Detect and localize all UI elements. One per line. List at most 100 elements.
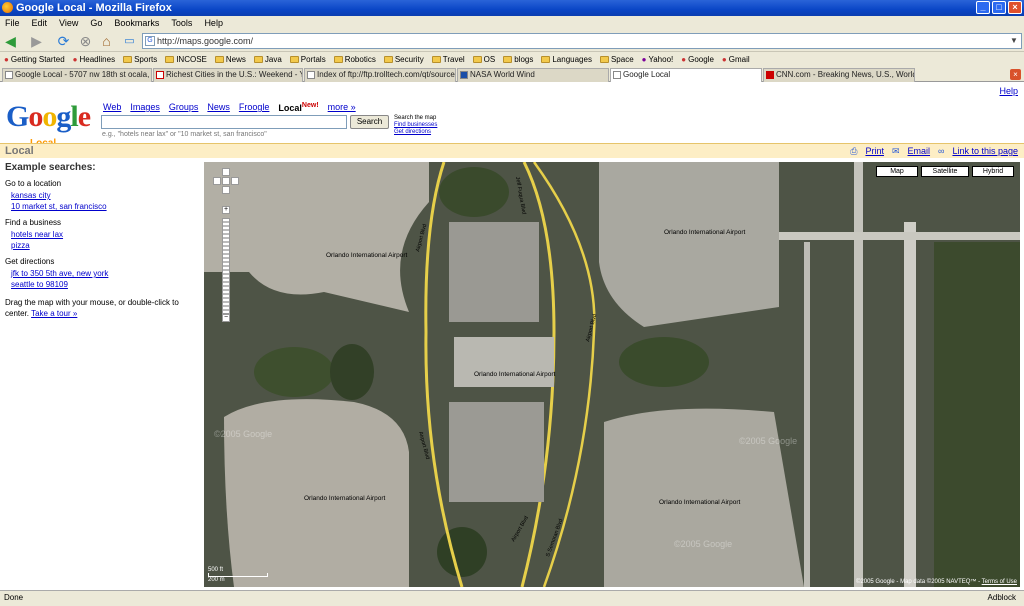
bookmark-item[interactable]: Java	[253, 52, 282, 67]
tab-strip: Google Local - 5707 nw 18th st ocala, fl…	[0, 67, 1024, 83]
gnav-news[interactable]: News	[207, 102, 230, 113]
zoom-in-icon[interactable]: +	[222, 206, 230, 214]
tab-ftp-index[interactable]: Index of ftp://ftp.trolltech.com/qt/sour…	[304, 68, 456, 82]
tab-google-local-ocala[interactable]: Google Local - 5707 nw 18th st ocala, fl…	[2, 68, 152, 82]
example-link[interactable]: hotels near lax	[5, 229, 200, 240]
watermark: ©2005 Google	[674, 539, 732, 549]
bookmark-item[interactable]: Sports	[123, 52, 157, 67]
bookmark-item[interactable]: Travel	[431, 52, 465, 67]
terms-of-use-link[interactable]: Terms of Use	[982, 579, 1017, 585]
tab-yahoo-richest-cities[interactable]: Richest Cities in the U.S.: Weekend - Ya…	[153, 68, 303, 82]
green-area	[254, 347, 334, 397]
email-link[interactable]: Email	[908, 146, 931, 157]
go-icon[interactable]: ▭	[121, 33, 138, 50]
bookmark-item[interactable]: ● Getting Started	[4, 52, 65, 67]
bookmark-label: Travel	[442, 55, 465, 64]
gnav-froogle[interactable]: Froogle	[239, 102, 270, 113]
pan-up-icon[interactable]	[222, 168, 230, 176]
menu-go[interactable]: Go	[90, 16, 102, 30]
tab-label: Richest Cities in the U.S.: Weekend - Ya…	[166, 70, 302, 79]
gnav-images[interactable]: Images	[130, 102, 160, 113]
gnav-more[interactable]: more »	[328, 102, 356, 113]
back-arrow-icon[interactable]: ◀	[2, 33, 19, 50]
window-title: Google Local - Mozilla Firefox	[16, 2, 172, 14]
pan-center-icon[interactable]	[222, 177, 230, 185]
menu-edit[interactable]: Edit	[32, 16, 48, 30]
folder-icon	[503, 56, 513, 63]
dropdown-arrow-icon[interactable]: ▼	[1008, 35, 1020, 47]
home-icon[interactable]: ⌂	[98, 33, 115, 50]
map-label-airport: Orlando International Airport	[659, 499, 740, 506]
gnav-web[interactable]: Web	[103, 102, 121, 113]
status-text: Done	[4, 593, 24, 602]
pan-down-icon[interactable]	[222, 186, 230, 194]
bookmark-item[interactable]: blogs	[503, 52, 533, 67]
gnav-label: more »	[327, 102, 356, 112]
bookmark-item[interactable]: Space	[599, 52, 634, 67]
gnav-label: Images	[130, 102, 160, 112]
adblock-label[interactable]: Adblock	[988, 591, 1016, 605]
map-type-map-button[interactable]: Map	[876, 166, 918, 177]
search-button[interactable]: Search	[350, 115, 389, 129]
close-icon[interactable]: ×	[1008, 1, 1022, 14]
google-icon: ●	[681, 55, 687, 64]
bookmark-item[interactable]: Languages	[541, 52, 592, 67]
gnav-groups[interactable]: Groups	[169, 102, 199, 113]
satellite-map[interactable]: Orlando International Airport Orlando In…	[204, 162, 1020, 587]
take-tour-link[interactable]: Take a tour »	[31, 309, 77, 318]
bookmark-item[interactable]: ● Yahoo!	[642, 52, 674, 67]
menu-help[interactable]: Help	[204, 16, 223, 30]
map-type-hybrid-button[interactable]: Hybrid	[972, 166, 1014, 177]
bookmark-item[interactable]: OS	[472, 52, 495, 67]
pan-left-icon[interactable]	[213, 177, 221, 185]
bookmark-item[interactable]: News	[214, 52, 246, 67]
help-link[interactable]: Help	[999, 86, 1018, 96]
print-link[interactable]: Print	[865, 146, 884, 157]
find-businesses-link[interactable]: Find businesses	[394, 122, 437, 129]
close-tab-icon[interactable]: ×	[1010, 69, 1021, 80]
maximize-icon[interactable]: □	[992, 1, 1006, 14]
bookmark-item[interactable]: Portals	[289, 52, 326, 67]
bookmark-item[interactable]: INCOSE	[165, 52, 207, 67]
example-link[interactable]: kansas city	[5, 190, 200, 201]
example-link[interactable]: 10 market st, san francisco	[5, 201, 200, 212]
pan-right-icon[interactable]	[231, 177, 239, 185]
bookmark-item[interactable]: ● Google	[681, 52, 714, 67]
search-input[interactable]	[101, 115, 347, 129]
zoom-slider[interactable]	[222, 218, 230, 314]
bookmark-item[interactable]: Robotics	[333, 52, 376, 67]
bookmark-label: News	[225, 55, 246, 64]
folder-icon	[289, 56, 299, 63]
menu-view[interactable]: View	[59, 16, 78, 30]
bookmark-label: Sports	[134, 55, 158, 64]
stop-icon[interactable]: ⊗	[77, 33, 94, 50]
menu-file[interactable]: File	[5, 16, 20, 30]
reload-icon[interactable]: ⟳	[55, 33, 72, 50]
menu-tools[interactable]: Tools	[171, 16, 192, 30]
bookmark-item[interactable]: Security	[383, 52, 424, 67]
bookmark-item[interactable]: ● Gmail	[722, 52, 750, 67]
search-hint: e.g., "hotels near lax" or "10 market st…	[102, 131, 267, 138]
address-bar[interactable]: G http://maps.google.com/ ▼	[142, 33, 1022, 49]
logo-letter: g	[56, 100, 71, 133]
copyright-text: ©2005 Google - Map data ©2005 NAVTEQ™ -	[855, 579, 981, 585]
bookmark-item[interactable]: ● Headlines	[73, 52, 115, 67]
tab-cnn[interactable]: CNN.com - Breaking News, U.S., World, We…	[763, 68, 915, 82]
zoom-out-icon[interactable]: −	[222, 314, 230, 322]
forward-arrow-icon[interactable]: ▶	[28, 33, 45, 50]
tab-google-local[interactable]: Google Local	[610, 68, 762, 83]
example-link[interactable]: seattle to 98109	[5, 279, 200, 290]
green-area	[439, 167, 509, 217]
menubar: File Edit View Go Bookmarks Tools Help	[0, 16, 1024, 30]
get-directions-link[interactable]: Get directions	[394, 129, 437, 136]
map-type-satellite-button[interactable]: Satellite	[921, 166, 969, 177]
sidebar: Example searches: Go to a location kansa…	[5, 162, 200, 319]
taxiway	[804, 242, 810, 587]
minimize-icon[interactable]: _	[976, 1, 990, 14]
example-link[interactable]: pizza	[5, 240, 200, 251]
menu-bookmarks[interactable]: Bookmarks	[114, 16, 159, 30]
link-to-page-link[interactable]: Link to this page	[952, 146, 1018, 157]
example-link[interactable]: jfk to 350 5th ave, new york	[5, 268, 200, 279]
gnav-label: News	[207, 102, 230, 112]
tab-nasa-world-wind[interactable]: NASA World Wind	[457, 68, 609, 82]
